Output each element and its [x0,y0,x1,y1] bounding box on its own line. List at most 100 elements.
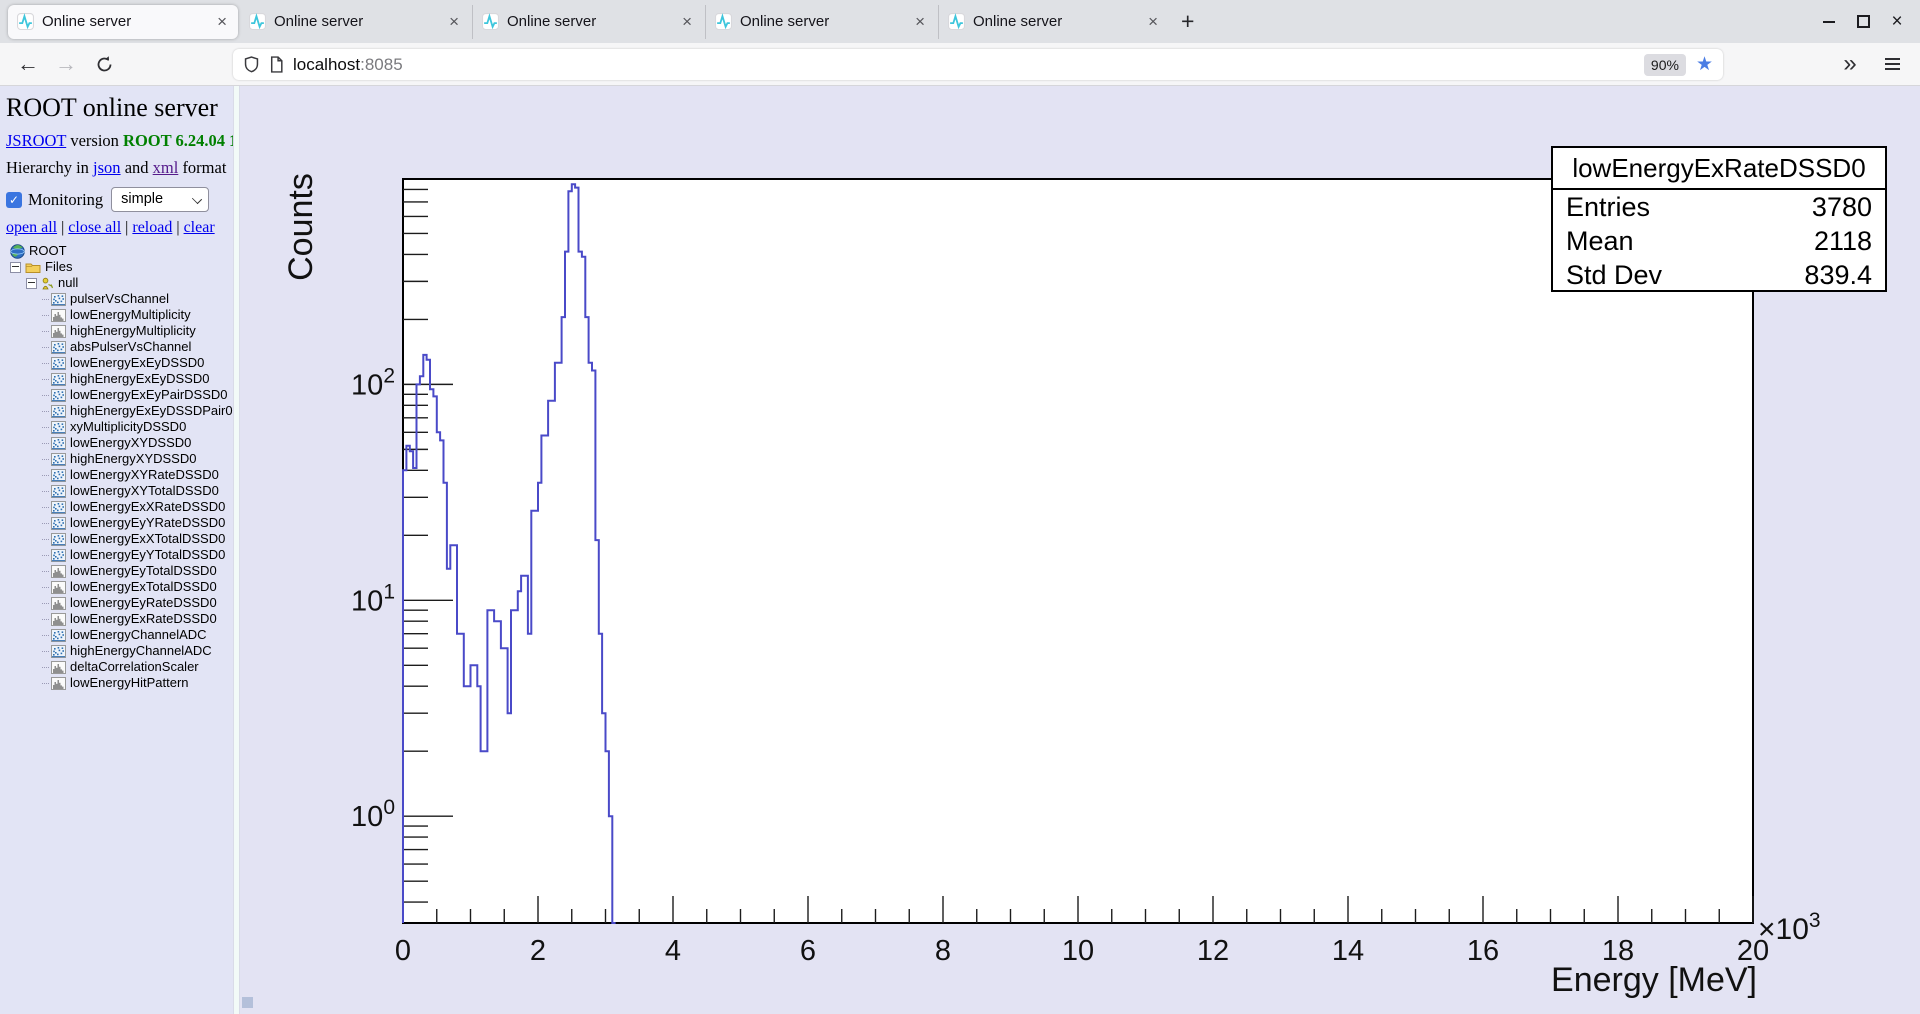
tab-close-button[interactable]: × [215,12,229,32]
tree-item-label: highEnergyXYDSSD0 [70,451,197,466]
histo1d-icon [51,580,66,594]
tree-node-null[interactable]: null [6,275,233,291]
tree-item-lowEnergyExEyDSSD0[interactable]: lowEnergyExEyDSSD0 [6,355,233,371]
tree-item-lowEnergyMultiplicity[interactable]: lowEnergyMultiplicity [6,307,233,323]
tree-node-files[interactable]: Files [6,259,233,275]
histo2d-icon [51,372,66,386]
tree-item-deltaCorrelationScaler[interactable]: deltaCorrelationScaler [6,659,233,675]
tree-item-lowEnergyEyTotalDSSD0[interactable]: lowEnergyEyTotalDSSD0 [6,563,233,579]
tree-connector [42,634,49,636]
window-maximize-button[interactable] [1846,7,1880,37]
tree-item-label: pulserVsChannel [70,291,170,306]
tree-item-label: absPulserVsChannel [70,339,192,354]
tree-item-highEnergyXYDSSD0[interactable]: highEnergyXYDSSD0 [6,451,233,467]
tree-item-lowEnergyXYTotalDSSD0[interactable]: lowEnergyXYTotalDSSD0 [6,483,233,499]
tree-item-lowEnergyExEyPairDSSD0[interactable]: lowEnergyExEyPairDSSD0 [6,387,233,403]
tree-item-lowEnergyHitPattern[interactable]: lowEnergyHitPattern [6,675,233,691]
tree-connector [42,330,49,332]
close-all-link[interactable]: close all [68,219,121,236]
url-text[interactable]: localhost:8085 [293,55,1644,75]
jsroot-favicon-icon [17,13,34,30]
browser-tab[interactable]: Online server × [472,4,703,39]
tree-item-lowEnergyEyYRateDSSD0[interactable]: lowEnergyEyYRateDSSD0 [6,515,233,531]
tree-item-label: lowEnergyExEyPairDSSD0 [70,387,228,402]
tree-item-lowEnergyExTotalDSSD0[interactable]: lowEnergyExTotalDSSD0 [6,579,233,595]
browser-tab[interactable]: Online server × [8,4,238,39]
stats-box[interactable]: lowEnergyExRateDSSD0 Entries 3780 Mean 211… [1551,146,1887,292]
tree-item-highEnergyExEyDSSDPair0[interactable]: highEnergyExEyDSSDPair0 [6,403,233,419]
tab-close-button[interactable]: × [447,12,461,32]
menu-hamburger-button[interactable] [1874,43,1910,85]
x-axis-title: Energy [MeV] [1551,961,1757,999]
browser-tab[interactable]: Online server × [240,5,470,39]
sidebar-resize-gutter[interactable] [233,86,240,1014]
tree-item-highEnergyExEyDSSD0[interactable]: highEnergyExEyDSSD0 [6,371,233,387]
tree-item-label: lowEnergyEyYTotalDSSD0 [70,547,226,562]
window-minimize-button[interactable] [1812,7,1846,37]
new-tab-button[interactable]: + [1171,0,1204,43]
monitoring-checkbox[interactable]: ✓ [6,191,22,208]
histo2d-icon [51,644,66,658]
hamburger-icon [1884,55,1900,73]
collapse-expander-icon[interactable] [26,277,37,289]
tree-item-lowEnergyExRateDSSD0[interactable]: lowEnergyExRateDSSD0 [6,611,233,627]
collapse-expander-icon[interactable] [10,261,21,273]
jsroot-link[interactable]: JSROOT [6,131,66,150]
tab-title: Online server [507,13,597,30]
x-tick-label: 16 [1467,935,1499,967]
tree-item-highEnergyMultiplicity[interactable]: highEnergyMultiplicity [6,323,233,339]
tree-item-lowEnergyChannelADC[interactable]: lowEnergyChannelADC [6,627,233,643]
x-tick-label: 6 [800,935,816,967]
tree-item-lowEnergyExXRateDSSD0[interactable]: lowEnergyExXRateDSSD0 [6,499,233,515]
hierarchy-mid: and [120,158,153,177]
tree-connector [42,442,49,444]
browser-tab[interactable]: Online server × [938,4,1169,39]
tree-item-pulserVsChannel[interactable]: pulserVsChannel [6,291,233,307]
shield-icon[interactable] [243,56,260,73]
tree-connector [42,394,49,396]
page-title: ROOT online server [6,93,218,122]
tree-connector [42,426,49,428]
zoom-level-badge[interactable]: 90% [1643,53,1686,76]
jsroot-favicon-icon [715,13,732,30]
bookmark-star-icon[interactable]: ★ [1696,55,1713,74]
stats-entries-label: Entries [1566,191,1651,222]
monitoring-label: Monitoring [28,189,104,209]
jsroot-favicon-icon [482,13,499,30]
y-tick-label: 102 [351,364,395,401]
browser-tab[interactable]: Online server × [705,4,936,39]
reload-button[interactable] [86,43,122,85]
json-link[interactable]: json [93,158,121,177]
tab-close-button[interactable]: × [680,12,694,32]
xml-link[interactable]: xml [153,158,179,177]
tree-item-label: highEnergyExEyDSSD0 [70,371,210,386]
forward-button[interactable]: → [48,43,84,85]
histo2d-icon [51,628,66,642]
page-info-icon[interactable] [269,56,284,73]
window-close-button[interactable]: × [1880,7,1914,37]
tree-item-lowEnergyExXTotalDSSD0[interactable]: lowEnergyExXTotalDSSD0 [6,531,233,547]
tree-item-xyMultiplicityDSSD0[interactable]: xyMultiplicityDSSD0 [6,419,233,435]
tree-item-highEnergyChannelADC[interactable]: highEnergyChannelADC [6,643,233,659]
close-icon: × [1891,11,1903,32]
overflow-chevrons-button[interactable]: » [1832,43,1868,85]
tree-item-lowEnergyXYRateDSSD0[interactable]: lowEnergyXYRateDSSD0 [6,467,233,483]
reload-link[interactable]: reload [132,219,172,236]
open-all-link[interactable]: open all [6,219,57,236]
hierarchy-line: Hierarchy in json and xml format [6,158,233,178]
tree-item-absPulserVsChannel[interactable]: absPulserVsChannel [6,339,233,355]
hierarchy-post: format [178,158,227,177]
hierarchy-pre: Hierarchy in [6,158,94,177]
clear-link[interactable]: clear [184,219,215,236]
back-button[interactable]: ← [10,43,46,85]
tree-item-lowEnergyEyYTotalDSSD0[interactable]: lowEnergyEyYTotalDSSD0 [6,547,233,563]
tree-item-label: lowEnergyExTotalDSSD0 [70,579,217,594]
tree-node-root[interactable]: ROOT [6,243,233,259]
jsroot-canvas[interactable]: 0 2 4 6 8 10 12 14 16 18 20 100 101 102 Counts Energy [… [240,86,1920,1014]
url-bar[interactable]: localhost:8085 90% ★ [233,49,1723,80]
tree-item-lowEnergyXYDSSD0[interactable]: lowEnergyXYDSSD0 [6,435,233,451]
tab-close-button[interactable]: × [1146,12,1160,32]
monitoring-select[interactable]: simple [111,187,210,212]
tab-close-button[interactable]: × [913,12,927,32]
tree-item-lowEnergyEyRateDSSD0[interactable]: lowEnergyEyRateDSSD0 [6,595,233,611]
